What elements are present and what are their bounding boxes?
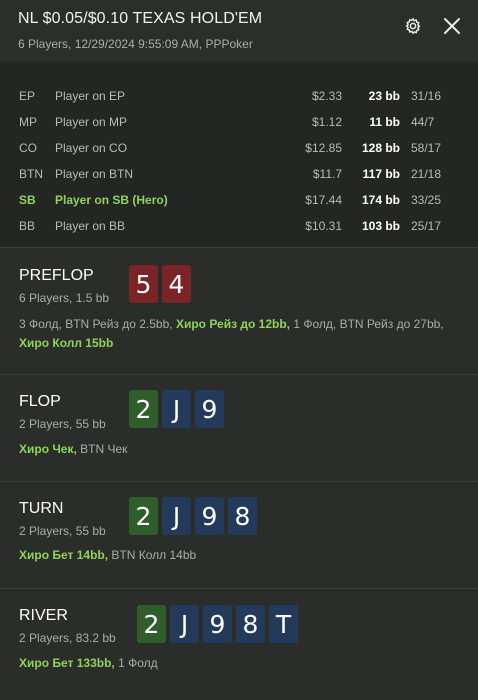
street-actions: Хиро Чек, BTN Чек xyxy=(19,440,459,459)
hero-action: Хиро Чек, xyxy=(19,442,77,456)
player-position: BTN xyxy=(19,167,43,181)
player-name: Player on SB (Hero) xyxy=(55,193,168,207)
player-name: Player on BB xyxy=(55,219,126,233)
player-stack: $10.31 xyxy=(305,219,342,233)
player-position: MP xyxy=(19,115,37,129)
player-name: Player on BTN xyxy=(55,167,134,181)
card: J xyxy=(170,605,199,643)
player-name: Player on CO xyxy=(55,141,128,155)
street-name: TURN xyxy=(19,500,64,517)
board-cards: 2 J 9 8 T xyxy=(137,605,298,643)
street-preflop: PREFLOP 6 Players, 1.5 bb 5 4 3 Фолд, BT… xyxy=(0,249,478,375)
player-name: Player on EP xyxy=(55,89,126,103)
player-stack: $17.44 xyxy=(305,193,342,207)
hand-title: NL $0.05/$0.10 TEXAS HOLD'EM xyxy=(18,10,263,27)
hole-cards: 5 4 xyxy=(129,265,191,303)
card: 8 xyxy=(228,497,257,535)
action-text: BTN Колл 14bb xyxy=(108,548,197,562)
player-row: BTN Player on BTN $11.7 117 bb 21/18 xyxy=(0,164,478,184)
player-row-hero: SB Player on SB (Hero) $17.44 174 bb 33/… xyxy=(0,190,478,210)
players-table: EP Player on EP $2.33 23 bb 31/16 MP Pla… xyxy=(0,62,478,248)
card: 2 xyxy=(129,497,158,535)
header: NL $0.05/$0.10 TEXAS HOLD'EM 6 Players, … xyxy=(0,0,478,62)
player-stack-bb: 128 bb xyxy=(361,141,400,155)
player-stat: 58/17 xyxy=(411,141,442,155)
player-stat: 33/25 xyxy=(411,193,442,207)
player-stack: $12.85 xyxy=(305,141,342,155)
card: 9 xyxy=(195,390,224,428)
card: 2 xyxy=(137,605,166,643)
card: 5 xyxy=(129,265,158,303)
street-name: RIVER xyxy=(19,607,68,624)
street-flop: FLOP 2 Players, 55 bb 2 J 9 Хиро Чек, BT… xyxy=(0,375,478,482)
player-stack: $11.7 xyxy=(312,167,342,181)
player-name: Player on MP xyxy=(55,115,128,129)
card: 2 xyxy=(129,390,158,428)
street-info: 6 Players, 1.5 bb xyxy=(19,291,110,305)
card: 9 xyxy=(195,497,224,535)
card: J xyxy=(162,390,191,428)
street-turn: TURN 2 Players, 55 bb 2 J 9 8 Хиро Бет 1… xyxy=(0,482,478,589)
player-stack: $2.33 xyxy=(311,89,342,103)
player-position: CO xyxy=(19,141,37,155)
street-info: 2 Players, 55 bb xyxy=(19,524,106,538)
card: 4 xyxy=(162,265,191,303)
player-stat: 25/17 xyxy=(411,219,442,233)
street-river: RIVER 2 Players, 83.2 bb 2 J 9 8 T Хиро … xyxy=(0,589,478,700)
hand-subtitle: 6 Players, 12/29/2024 9:55:09 AM, PPPoke… xyxy=(18,37,253,51)
street-name: PREFLOP xyxy=(19,267,94,284)
action-text: 1 Фолд, BTN Рейз до 27bb, xyxy=(290,317,444,331)
player-stack-bb: 174 bb xyxy=(361,193,400,207)
player-stat: 44/7 xyxy=(411,115,435,129)
player-stat: 21/18 xyxy=(411,167,442,181)
card: 9 xyxy=(203,605,232,643)
street-info: 2 Players, 55 bb xyxy=(19,417,106,431)
player-stat: 31/16 xyxy=(411,89,442,103)
player-stack: $1.12 xyxy=(311,115,342,129)
street-info: 2 Players, 83.2 bb xyxy=(19,631,116,645)
player-stack-bb: 117 bb xyxy=(362,167,400,181)
action-text: 3 Фолд, BTN Рейз до 2.5bb, xyxy=(19,317,176,331)
street-actions: 3 Фолд, BTN Рейз до 2.5bb, Хиро Рейз до … xyxy=(19,315,459,353)
player-row: BB Player on BB $10.31 103 bb 25/17 xyxy=(0,216,478,236)
player-row: CO Player on CO $12.85 128 bb 58/17 xyxy=(0,138,478,158)
player-stack-bb: 103 bb xyxy=(361,219,400,233)
street-actions: Хиро Бет 133bb, 1 Фолд xyxy=(19,654,459,673)
player-position: EP xyxy=(19,89,36,103)
hero-action: Хиро Бет 133bb, xyxy=(19,656,115,670)
action-text: 1 Фолд xyxy=(114,656,158,670)
hero-action: Хиро Колл 15bb xyxy=(19,336,114,350)
hero-action: Хиро Бет 14bb, xyxy=(19,548,109,562)
card: 8 xyxy=(236,605,265,643)
street-actions: Хиро Бет 14bb, BTN Колл 14bb xyxy=(19,546,459,565)
close-icon[interactable] xyxy=(441,15,463,37)
player-row: MP Player on MP $1.12 11 bb 44/7 xyxy=(0,112,478,132)
hero-action: Хиро Рейз до 12bb, xyxy=(175,317,291,331)
player-stack-bb: 11 bb xyxy=(369,115,400,129)
action-text: BTN Чек xyxy=(76,442,128,456)
player-row: EP Player on EP $2.33 23 bb 31/16 xyxy=(0,86,478,106)
player-stack-bb: 23 bb xyxy=(368,89,400,103)
board-cards: 2 J 9 xyxy=(129,390,224,428)
player-position: SB xyxy=(19,193,36,207)
card: T xyxy=(269,605,298,643)
card: J xyxy=(162,497,191,535)
gear-icon[interactable] xyxy=(404,17,422,35)
board-cards: 2 J 9 8 xyxy=(129,497,257,535)
player-position: BB xyxy=(19,219,36,233)
street-name: FLOP xyxy=(19,393,61,410)
